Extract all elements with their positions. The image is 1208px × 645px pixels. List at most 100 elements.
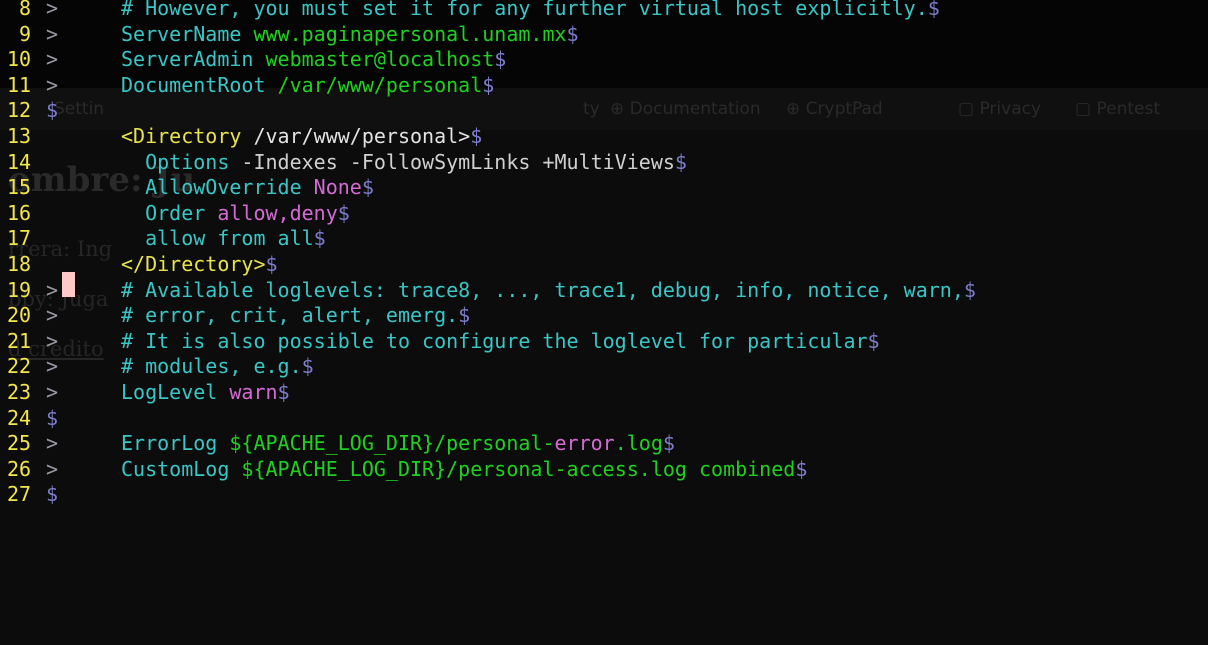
- code-token: ${APACHE_LOG_DIR}/personal-access.log co…: [241, 456, 796, 481]
- eol-marker: $: [313, 226, 326, 251]
- line-eol-marker: $: [46, 405, 59, 430]
- line-number: 11: [7, 72, 32, 97]
- code-token: allow from all: [121, 226, 314, 251]
- code-token: .log: [614, 431, 663, 456]
- line-code: Order allow,deny$: [121, 201, 350, 226]
- code-token: warn: [229, 380, 278, 404]
- code-token: AllowOverride: [121, 175, 314, 200]
- code-token: /var/www/personal>: [241, 124, 471, 148]
- code-token: # It is also possible to configure the l…: [121, 328, 868, 353]
- line-code: <Directory /var/www/personal>$: [121, 124, 482, 149]
- line-code: DocumentRoot /var/www/personal$: [121, 73, 494, 98]
- eol-marker: $: [458, 303, 471, 328]
- line-eol-marker: $: [46, 98, 59, 123]
- line-continuation-marker: >: [46, 21, 59, 46]
- line-number: 18: [7, 252, 32, 276]
- line-code: Options -Indexes -FollowSymLinks +MultiV…: [121, 150, 687, 175]
- code-token: Options: [121, 149, 242, 174]
- code-token: None: [313, 175, 362, 200]
- line-number: 22: [7, 354, 32, 379]
- text-cursor: [62, 272, 75, 297]
- code-token: ServerAdmin: [121, 47, 266, 72]
- code-token: # Available loglevels: trace8, ..., trac…: [121, 277, 964, 302]
- eol-marker: $: [963, 277, 976, 302]
- line-continuation-marker: >: [46, 328, 59, 353]
- line-number: 17: [7, 226, 32, 251]
- line-code: ServerAdmin webmaster@localhost$: [121, 47, 506, 72]
- code-token: ServerName: [121, 21, 254, 46]
- line-number: 10: [7, 47, 32, 72]
- eol-marker: $: [482, 72, 495, 97]
- line-eol-marker: $: [46, 482, 59, 507]
- line-number: 8: [19, 0, 32, 20]
- code-token: LogLevel: [121, 380, 230, 404]
- line-number: 9: [19, 21, 32, 46]
- line-code: # Available loglevels: trace8, ..., trac…: [121, 278, 976, 303]
- line-continuation-marker: >: [46, 72, 59, 97]
- line-number: 19: [7, 277, 32, 302]
- line-number: 14: [7, 149, 32, 174]
- line-number: 13: [7, 124, 32, 148]
- code-token: ${APACHE_LOG_DIR}/personal-: [229, 431, 555, 456]
- line-number: 23: [7, 380, 32, 404]
- line-continuation-marker: >: [46, 431, 59, 456]
- line-code: # modules, e.g.$: [121, 354, 314, 379]
- eol-marker: $: [867, 328, 880, 353]
- line-continuation-marker: >: [46, 0, 59, 20]
- code-token: allow,deny: [217, 200, 338, 225]
- code-token: # error, crit, alert, emerg.: [121, 303, 459, 328]
- code-token: error: [554, 431, 615, 456]
- line-number: 27: [7, 482, 32, 507]
- line-continuation-marker: >: [46, 380, 59, 404]
- line-number: 24: [7, 405, 32, 430]
- line-continuation-marker: >: [46, 456, 59, 481]
- line-code: # error, crit, alert, emerg.$: [121, 303, 470, 328]
- code-token: webmaster@localhost: [265, 47, 495, 72]
- code-token: /var/www/personal: [277, 72, 483, 97]
- line-number: 26: [7, 456, 32, 481]
- code-token: Order: [121, 200, 218, 225]
- code-token: www.paginapersonal.unam.mx: [253, 21, 567, 46]
- line-continuation-marker: >: [46, 277, 59, 302]
- line-continuation-marker: >: [46, 47, 59, 72]
- code-token: # However, you must set it for any furth…: [121, 0, 928, 20]
- eol-marker: $: [674, 149, 687, 174]
- line-number: 21: [7, 328, 32, 353]
- eol-marker: $: [337, 200, 350, 225]
- line-code: AllowOverride None$: [121, 175, 374, 200]
- line-code: allow from all$: [121, 226, 326, 251]
- line-number: 12: [7, 98, 32, 123]
- line-number: 25: [7, 431, 32, 456]
- eol-marker: $: [795, 456, 808, 481]
- eol-marker: $: [494, 47, 507, 72]
- code-token: CustomLog: [121, 456, 242, 481]
- code-token: ErrorLog: [121, 431, 230, 456]
- eol-marker: $: [277, 380, 290, 404]
- line-code: CustomLog ${APACHE_LOG_DIR}/personal-acc…: [121, 457, 807, 482]
- code-token: </Directory>: [121, 252, 266, 276]
- editor-buffer[interactable]: 8 > # However, you must set it for any fur…: [0, 0, 1208, 645]
- eol-marker: $: [301, 354, 314, 379]
- eol-marker: $: [470, 124, 483, 148]
- eol-marker: $: [927, 0, 940, 20]
- line-continuation-marker: >: [46, 303, 59, 328]
- eol-marker: $: [566, 21, 579, 46]
- line-number: 16: [7, 200, 32, 225]
- line-number: 20: [7, 303, 32, 328]
- line-continuation-marker: >: [46, 354, 59, 379]
- line-code: # It is also possible to configure the l…: [121, 329, 880, 354]
- line-code: ErrorLog ${APACHE_LOG_DIR}/personal-erro…: [121, 431, 675, 456]
- code-token: -Indexes -FollowSymLinks +MultiViews: [241, 149, 675, 174]
- eol-marker: $: [662, 431, 675, 456]
- line-code: # However, you must set it for any furth…: [121, 0, 940, 21]
- line-code: ServerName www.paginapersonal.unam.mx$: [121, 22, 579, 47]
- eol-marker: $: [361, 175, 374, 200]
- eol-marker: $: [265, 252, 278, 276]
- terminal-window[interactable]: Settin ty ⊕ Documentation ⊕ CryptPad ▢ P…: [0, 0, 1208, 645]
- code-token: DocumentRoot: [121, 72, 278, 97]
- code-token: # modules, e.g.: [121, 354, 302, 379]
- code-token: <Directory: [121, 124, 242, 148]
- line-code: LogLevel warn$: [121, 380, 290, 405]
- line-code: </Directory>$: [121, 252, 278, 277]
- line-number: 15: [7, 175, 32, 200]
